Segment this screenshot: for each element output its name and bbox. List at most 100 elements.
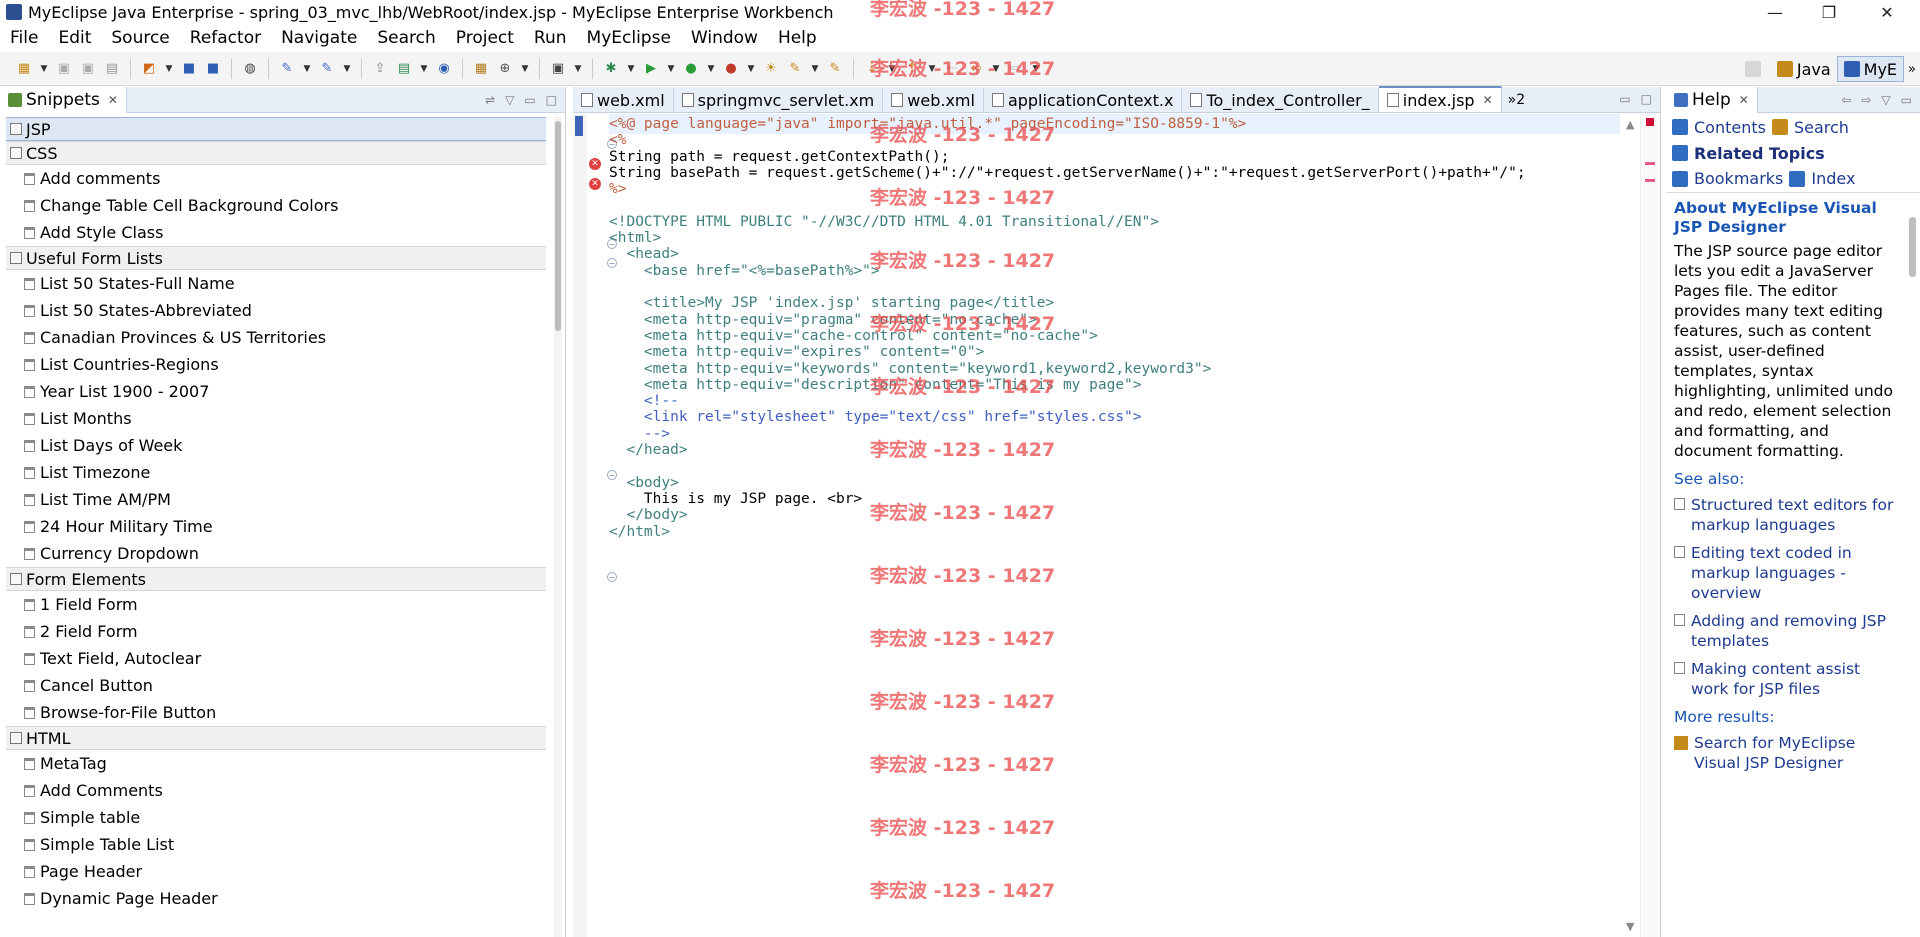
- code-line[interactable]: <%@ page language="java" import="java.ut…: [609, 114, 1246, 134]
- design-dropdown-icon[interactable]: ▼: [519, 59, 531, 79]
- snippet-item[interactable]: List Time AM/PM: [6, 486, 546, 513]
- editor-tab[interactable]: index.jsp ✕: [1378, 86, 1502, 112]
- snippet-item[interactable]: Simple table: [6, 804, 546, 831]
- snippet-item[interactable]: List Days of Week: [6, 432, 546, 459]
- snippet-item[interactable]: Dynamic Page Header: [6, 885, 546, 912]
- snippets-toolbar-icon[interactable]: ⇌: [485, 93, 495, 107]
- external-dropdown-icon[interactable]: ▼: [705, 59, 717, 79]
- flashlight-icon[interactable]: ✎: [825, 59, 845, 79]
- snippet-item[interactable]: Simple Table List: [6, 831, 546, 858]
- snapshot-icon[interactable]: ▣: [548, 59, 568, 79]
- code-line[interactable]: </html>: [609, 522, 670, 542]
- menu-project[interactable]: Project: [446, 28, 524, 48]
- error-summary-icon[interactable]: [1646, 118, 1654, 126]
- snippet-category[interactable]: JSP: [6, 117, 546, 141]
- view-menu-icon[interactable]: ▽: [1881, 93, 1890, 107]
- help-heading[interactable]: About MyEclipse Visual JSP Designer: [1674, 199, 1902, 237]
- snippet-item[interactable]: Year List 1900 - 2007: [6, 378, 546, 405]
- snippet-item[interactable]: 24 Hour Military Time: [6, 513, 546, 540]
- index-link[interactable]: Index: [1811, 169, 1855, 188]
- error-icon[interactable]: ✕: [589, 158, 601, 170]
- minimize-view-icon[interactable]: ▭: [1901, 93, 1912, 107]
- forward-icon[interactable]: ⇨: [1006, 59, 1026, 79]
- menu-window[interactable]: Window: [681, 28, 768, 48]
- save-icon[interactable]: ▣: [54, 59, 74, 79]
- perspective-myeclipse[interactable]: MyE: [1836, 56, 1905, 82]
- snippet-item[interactable]: Browse-for-File Button: [6, 699, 546, 726]
- menu-navigate[interactable]: Navigate: [271, 28, 367, 48]
- open-type-icon[interactable]: ⇪: [370, 59, 390, 79]
- minimize-button[interactable]: —: [1748, 0, 1802, 24]
- snippet-category[interactable]: CSS: [6, 141, 546, 165]
- editor-tab[interactable]: springmvc_servlet.xm: [674, 88, 884, 112]
- search-dropdown-icon[interactable]: ▼: [809, 59, 821, 79]
- help-tab[interactable]: Help ✕: [1666, 86, 1758, 113]
- menu-refactor[interactable]: Refactor: [180, 28, 271, 48]
- open-perspective-icon[interactable]: [1739, 56, 1771, 82]
- code-line[interactable]: String basePath = request.getScheme()+":…: [609, 163, 1526, 183]
- help-topic-link[interactable]: Adding and removing JSP templates: [1674, 611, 1902, 651]
- snippet-item[interactable]: List Countries-Regions: [6, 351, 546, 378]
- class-icon[interactable]: ■: [203, 59, 223, 79]
- open-resource-icon[interactable]: ▤: [394, 59, 414, 79]
- back-icon[interactable]: ⇦: [966, 59, 986, 79]
- error-marker[interactable]: [1645, 179, 1655, 182]
- next-annotation-icon[interactable]: ⇣: [862, 59, 882, 79]
- more-tabs-button[interactable]: »2: [1502, 92, 1531, 108]
- help-topic-link[interactable]: Making content assist work for JSP files: [1674, 659, 1902, 699]
- design-icon[interactable]: ⊕: [495, 59, 515, 79]
- snippet-item[interactable]: Page Header: [6, 858, 546, 885]
- snippet-item[interactable]: Add Style Class: [6, 219, 546, 246]
- snippet-item[interactable]: 1 Field Form: [6, 591, 546, 618]
- code-line[interactable]: <!DOCTYPE HTML PUBLIC "-//W3C//DTD HTML …: [609, 212, 1159, 232]
- error-icon[interactable]: ✕: [589, 178, 601, 190]
- code-line[interactable]: <base href="<%=basePath%>">: [609, 261, 880, 281]
- close-icon[interactable]: ✕: [108, 93, 118, 107]
- code-line[interactable]: %>: [609, 179, 626, 199]
- maximize-editor-icon[interactable]: □: [1641, 92, 1652, 106]
- contents-link[interactable]: Contents: [1694, 118, 1766, 137]
- minimize-view-icon[interactable]: ▭: [524, 93, 535, 107]
- related-topics-heading[interactable]: Related Topics: [1694, 144, 1825, 163]
- snippet-item[interactable]: List 50 States-Full Name: [6, 270, 546, 297]
- menu-file[interactable]: File: [0, 28, 48, 48]
- minimize-editor-icon[interactable]: ▭: [1619, 92, 1630, 106]
- code-line[interactable]: </head>: [609, 440, 687, 460]
- snippet-category[interactable]: Useful Form Lists: [6, 246, 546, 270]
- build-icon[interactable]: ☀: [761, 59, 781, 79]
- print-icon[interactable]: ▤: [102, 59, 122, 79]
- forward-arrow-icon[interactable]: ⇨: [1861, 93, 1871, 107]
- snippet-item[interactable]: Change Table Cell Background Colors: [6, 192, 546, 219]
- close-button[interactable]: ✕: [1860, 0, 1914, 24]
- editor-tab[interactable]: applicationContext.x: [984, 88, 1183, 112]
- profile-icon[interactable]: ●: [721, 59, 741, 79]
- close-icon[interactable]: ✕: [1739, 93, 1749, 107]
- run-external-icon[interactable]: ●: [681, 59, 701, 79]
- resource-dropdown-icon[interactable]: ▼: [418, 59, 430, 79]
- back-arrow-icon[interactable]: ⇦: [1841, 93, 1851, 107]
- error-marker[interactable]: [1645, 162, 1655, 165]
- snippet-item[interactable]: List Months: [6, 405, 546, 432]
- snippet-item[interactable]: Cancel Button: [6, 672, 546, 699]
- menu-run[interactable]: Run: [524, 28, 577, 48]
- package-icon[interactable]: ■: [179, 59, 199, 79]
- scroll-down-icon[interactable]: ▼: [1626, 920, 1634, 933]
- snippet-item[interactable]: Add comments: [6, 165, 546, 192]
- snippets-scrollbar[interactable]: [554, 117, 562, 937]
- perspective-java[interactable]: Java: [1771, 56, 1837, 82]
- help-topic-link[interactable]: Editing text coded in markup languages -…: [1674, 543, 1902, 603]
- bookmarks-link[interactable]: Bookmarks: [1694, 169, 1783, 188]
- forward-dropdown-icon[interactable]: ▼: [1030, 59, 1042, 79]
- editor-tab[interactable]: To_index_Controller_: [1182, 88, 1379, 112]
- menu-help[interactable]: Help: [768, 28, 827, 48]
- snippet-item[interactable]: List 50 States-Abbreviated: [6, 297, 546, 324]
- snippet-item[interactable]: Add Comments: [6, 777, 546, 804]
- snippet-item[interactable]: Currency Dropdown: [6, 540, 546, 567]
- editor-tab[interactable]: web.xml: [883, 88, 984, 112]
- snapshot-dropdown-icon[interactable]: ▼: [572, 59, 584, 79]
- profile-dropdown-icon[interactable]: ▼: [745, 59, 757, 79]
- snippets-tab[interactable]: Snippets ✕: [0, 86, 127, 113]
- scrollbar-thumb[interactable]: [555, 121, 561, 331]
- code-editor[interactable]: <%@ page language="java" import="java.ut…: [609, 114, 1620, 937]
- snippet-category[interactable]: HTML: [6, 726, 546, 750]
